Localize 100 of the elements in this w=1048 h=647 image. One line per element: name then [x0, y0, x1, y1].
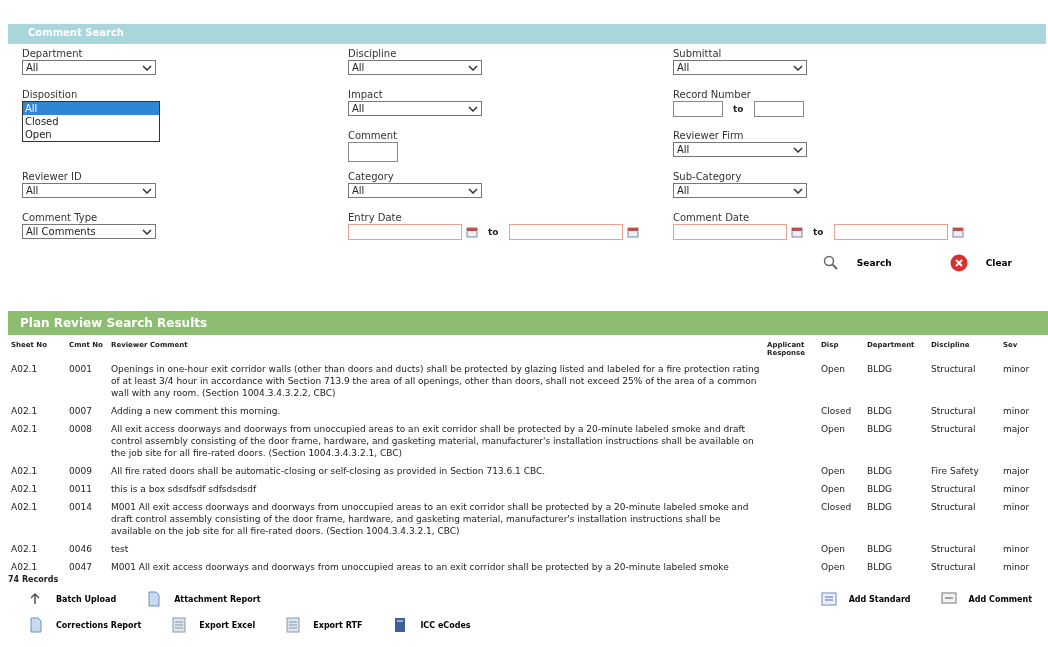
table-cell-text: this is a box sdsdfsdf sdfsdsdsdf: [110, 483, 258, 496]
chevron-icon: [142, 187, 152, 194]
chevron-icon: [793, 187, 803, 194]
table-cell-text: BLDG: [866, 483, 894, 496]
table-cell-text: Open: [820, 363, 847, 376]
table-cell-text: minor: [1002, 561, 1031, 574]
date-field[interactable]: [508, 224, 623, 240]
table-cell-text: 0008: [68, 423, 93, 436]
field-label: Discipline: [348, 48, 398, 60]
table-cell-text: 0001: [68, 363, 93, 376]
chevron-icon: [468, 105, 478, 112]
table-cell-text: minor: [1002, 405, 1031, 418]
calendar-icon: [466, 226, 478, 238]
comment-icon: [940, 591, 957, 607]
table-cell-text: Fire Safety: [930, 465, 980, 478]
input-field[interactable]: [348, 142, 398, 162]
table-cell-text: Open: [820, 465, 847, 478]
table-cell-text: 0047: [68, 561, 93, 574]
field-label: Comment Date: [673, 212, 751, 224]
table-cell-text: 0046: [68, 543, 93, 556]
chevron-icon: [142, 64, 152, 71]
table-cell-text: major: [1002, 423, 1030, 436]
spreadsheet-icon: [171, 617, 188, 633]
table-cell-text: Openings in one-hour exit corridor walls (other than doors and ducts) shall be protected by glazing listed and labeled for a fire protection rating of at least 3/4 hour in accordance with Section 713.9 the area of all openings, other than doors, shall not exceed 25% of the area of a common wall with any room. (Section 1004.3.4.3.2.2, CBC): [110, 363, 761, 400]
field-label: Category: [348, 171, 395, 183]
dropdown[interactable]: All: [348, 183, 482, 198]
table-cell-text: Structural: [930, 561, 977, 574]
field-label: Department: [22, 48, 84, 60]
table-cell-text: A02.1: [10, 423, 39, 436]
table-cell-text: Open: [820, 423, 847, 436]
table-cell-text: All exit access doorways and doorways from unoccupied areas to an exit corridor shall be protected by a 20-minute labeled smoke and draft control assembly consisting of the door frame, hardware, and gasketing material, manufacturer's installation instructions shall be available on the job site for all fire-rated doors. (Section 1004.3.4.3.2.1, CBC): [110, 423, 755, 460]
table-cell-text: Open: [820, 543, 847, 556]
dropdown[interactable]: All: [673, 183, 807, 198]
dropdown-list[interactable]: All Closed Open: [22, 101, 160, 142]
range-separator: to: [813, 227, 824, 237]
table-cell-text: Adding a new comment this morning.: [110, 405, 282, 418]
table-cell-text: test: [110, 543, 130, 556]
search-icon: [822, 255, 839, 271]
table-cell-text: A02.1: [10, 465, 39, 478]
dropdown-option[interactable]: Closed: [23, 115, 159, 128]
table-cell-text: minor: [1002, 543, 1031, 556]
document-icon: [28, 617, 44, 633]
calendar-icon: [951, 226, 964, 238]
calendar-icon: [791, 226, 803, 238]
dropdown[interactable]: All: [673, 60, 807, 75]
table-cell-text: minor: [1002, 501, 1031, 514]
table-cell-text: 0009: [68, 465, 93, 478]
dropdown[interactable]: All: [22, 183, 156, 198]
dropdown[interactable]: All Comments: [22, 224, 156, 239]
table-cell-text: A02.1: [10, 363, 39, 376]
table-cell-text: Closed: [820, 405, 853, 418]
table-cell-text: 0014: [68, 501, 93, 514]
field-label: Impact: [348, 89, 384, 101]
dropdown-option[interactable]: Open: [23, 128, 159, 141]
chevron-icon: [793, 146, 803, 153]
table-cell-text: BLDG: [866, 423, 894, 436]
table-cell-text: Open: [820, 561, 847, 574]
field-label: Entry Date: [348, 212, 403, 224]
field-label: Sub-Category: [673, 171, 743, 183]
table-cell-text: Structural: [930, 405, 977, 418]
spreadsheet-icon: [285, 617, 302, 633]
table-cell-text: M001 All exit access doorways and doorways from unoccupied areas to an exit corridor shall be protected by a 20-minute labeled smoke: [110, 561, 730, 574]
close-icon: [949, 254, 968, 272]
date-field[interactable]: [348, 224, 462, 240]
table-cell-text: minor: [1002, 483, 1031, 496]
input-field[interactable]: [673, 101, 723, 117]
input-field[interactable]: [753, 101, 804, 117]
table-cell-text: A02.1: [10, 405, 39, 418]
dropdown[interactable]: All: [673, 142, 807, 157]
range-separator: to: [488, 227, 499, 237]
table-cell-text: Structural: [930, 423, 977, 436]
field-label: Comment: [348, 130, 398, 142]
table-cell-text: M001 All exit access doorways and doorways from unoccupied areas to an exit corridor shall be protected by a 20-minute labeled smoke and draft control assembly consisting of the door frame, hardware, and gasketing material, manufacturer's installation instructions shall be available on the job site for all fire-rated doors. (Section 1004.3.4.3.2.1, CBC): [110, 501, 750, 538]
table-cell-text: Closed: [820, 501, 853, 514]
table-cell-text: BLDG: [866, 363, 894, 376]
table-cell-text: Structural: [930, 483, 977, 496]
calendar-icon: [626, 226, 639, 238]
chevron-icon: [793, 64, 803, 71]
record-count: 74 Records: [8, 575, 60, 584]
table-cell-text: minor: [1002, 363, 1031, 376]
dropdown[interactable]: All: [348, 101, 482, 116]
dropdown-option[interactable]: All: [23, 102, 159, 115]
dropdown[interactable]: All: [348, 60, 482, 75]
field-label: Disposition: [22, 89, 79, 101]
field-label: Reviewer Firm: [673, 130, 745, 142]
table-cell-text: BLDG: [866, 501, 894, 514]
table-cell-text: BLDG: [866, 465, 894, 478]
date-field[interactable]: [673, 224, 787, 240]
field-label: Reviewer ID: [22, 171, 83, 183]
chevron-icon: [468, 187, 478, 194]
field-label: Comment Type: [22, 212, 99, 224]
date-field[interactable]: [833, 224, 948, 240]
document-icon: [146, 591, 163, 607]
list-icon: [820, 591, 837, 607]
dropdown[interactable]: All: [22, 60, 156, 75]
table-cell-text: 0011: [68, 483, 93, 496]
table-cell-text: A02.1: [10, 561, 39, 574]
table-cell-text: All fire rated doors shall be automatic-closing or self-closing as provided in Section 713.6.1 CBC.: [110, 465, 547, 478]
panel-header: Comment Search: [8, 24, 1046, 44]
field-label: Submittal: [673, 48, 723, 60]
